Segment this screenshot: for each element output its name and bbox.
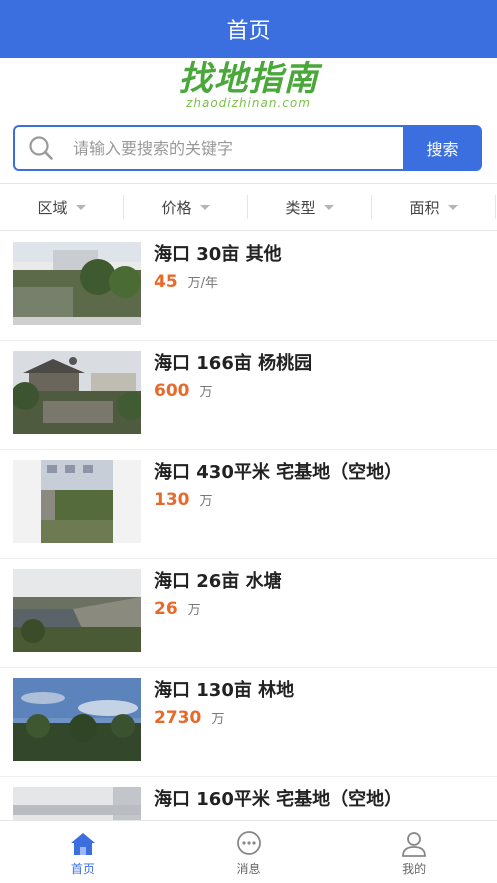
tab-label: 我的 — [402, 862, 427, 876]
home-icon — [70, 833, 95, 855]
listing-title: 海口 130亩 林地 — [154, 680, 295, 701]
listing-price-unit: 万 — [211, 712, 225, 727]
listing-photo — [13, 569, 141, 652]
listing-item[interactable]: 海口 166亩 杨桃园 600 万 — [0, 341, 497, 450]
page-title: 首页 — [226, 19, 271, 44]
listing-price-unit: 万 — [199, 494, 213, 509]
listing-item[interactable]: 海口 130亩 林地 2730 万 — [0, 668, 497, 777]
listing-price: 45 — [154, 272, 178, 292]
filter-label: 类型 — [285, 198, 316, 217]
listing-photo — [13, 787, 141, 820]
listing-price: 130 — [154, 490, 190, 510]
tab-label: 消息 — [236, 862, 261, 876]
listing-price: 600 — [154, 381, 190, 401]
caret-down-icon — [75, 204, 86, 210]
search-input[interactable] — [73, 138, 373, 158]
logo-wordmark: 找地指南 — [178, 59, 319, 99]
search-button[interactable]: 搜索 — [403, 125, 482, 171]
tab-home[interactable]: 首页 — [0, 821, 166, 883]
listing-title: 海口 160平米 宅基地（空地） — [154, 789, 403, 810]
listing-photo — [13, 678, 141, 761]
caret-down-icon — [199, 204, 210, 210]
listing-title: 海口 30亩 其他 — [154, 244, 282, 265]
listing-list: 海口 30亩 其他 45 万/年 海口 166亩 杨桃园 600 万 海口 43… — [0, 232, 497, 820]
filter-bar: 区域 价格 类型 面积 — [0, 183, 497, 231]
tab-profile[interactable]: 我的 — [331, 821, 497, 883]
search-icon — [29, 136, 53, 160]
listing-price-unit: 万 — [187, 603, 201, 618]
listing-item[interactable]: 海口 26亩 水塘 26 万 — [0, 559, 497, 668]
bottom-tab-bar: 首页 消息 我的 — [0, 820, 497, 883]
logo-domain: zhaodizhinan.com — [186, 96, 311, 110]
message-icon — [236, 831, 261, 855]
listing-photo — [13, 351, 141, 434]
top-header: 首页 — [0, 0, 497, 58]
profile-icon — [402, 832, 427, 857]
filter-type[interactable]: 类型 — [248, 195, 372, 219]
filter-label: 价格 — [161, 198, 192, 217]
caret-down-icon — [323, 204, 334, 210]
listing-price-unit: 万/年 — [187, 276, 219, 291]
site-logo: 找地指南 zhaodizhinan.com — [0, 58, 497, 114]
listing-item[interactable]: 海口 430平米 宅基地（空地） 130 万 — [0, 450, 497, 559]
listing-title: 海口 430平米 宅基地（空地） — [154, 462, 403, 483]
listing-title: 海口 166亩 杨桃园 — [154, 353, 313, 374]
listing-item[interactable]: 海口 30亩 其他 45 万/年 — [0, 232, 497, 341]
listing-item[interactable]: 海口 160平米 宅基地（空地） — [0, 777, 497, 820]
filter-price[interactable]: 价格 — [124, 195, 248, 219]
tab-messages[interactable]: 消息 — [166, 821, 332, 883]
listing-price-unit: 万 — [199, 385, 213, 400]
tab-label: 首页 — [70, 862, 95, 876]
search-bar: 搜索 — [13, 125, 482, 171]
search-box[interactable] — [13, 125, 403, 171]
listing-price: 2730 — [154, 708, 202, 728]
listing-photo — [13, 460, 141, 543]
listing-photo — [13, 242, 141, 325]
filter-label: 面积 — [409, 198, 440, 217]
filter-area[interactable]: 面积 — [372, 195, 496, 219]
caret-down-icon — [447, 204, 458, 210]
filter-label: 区域 — [37, 198, 68, 217]
listing-title: 海口 26亩 水塘 — [154, 571, 282, 592]
listing-price: 26 — [154, 599, 178, 619]
filter-region[interactable]: 区域 — [0, 195, 124, 219]
